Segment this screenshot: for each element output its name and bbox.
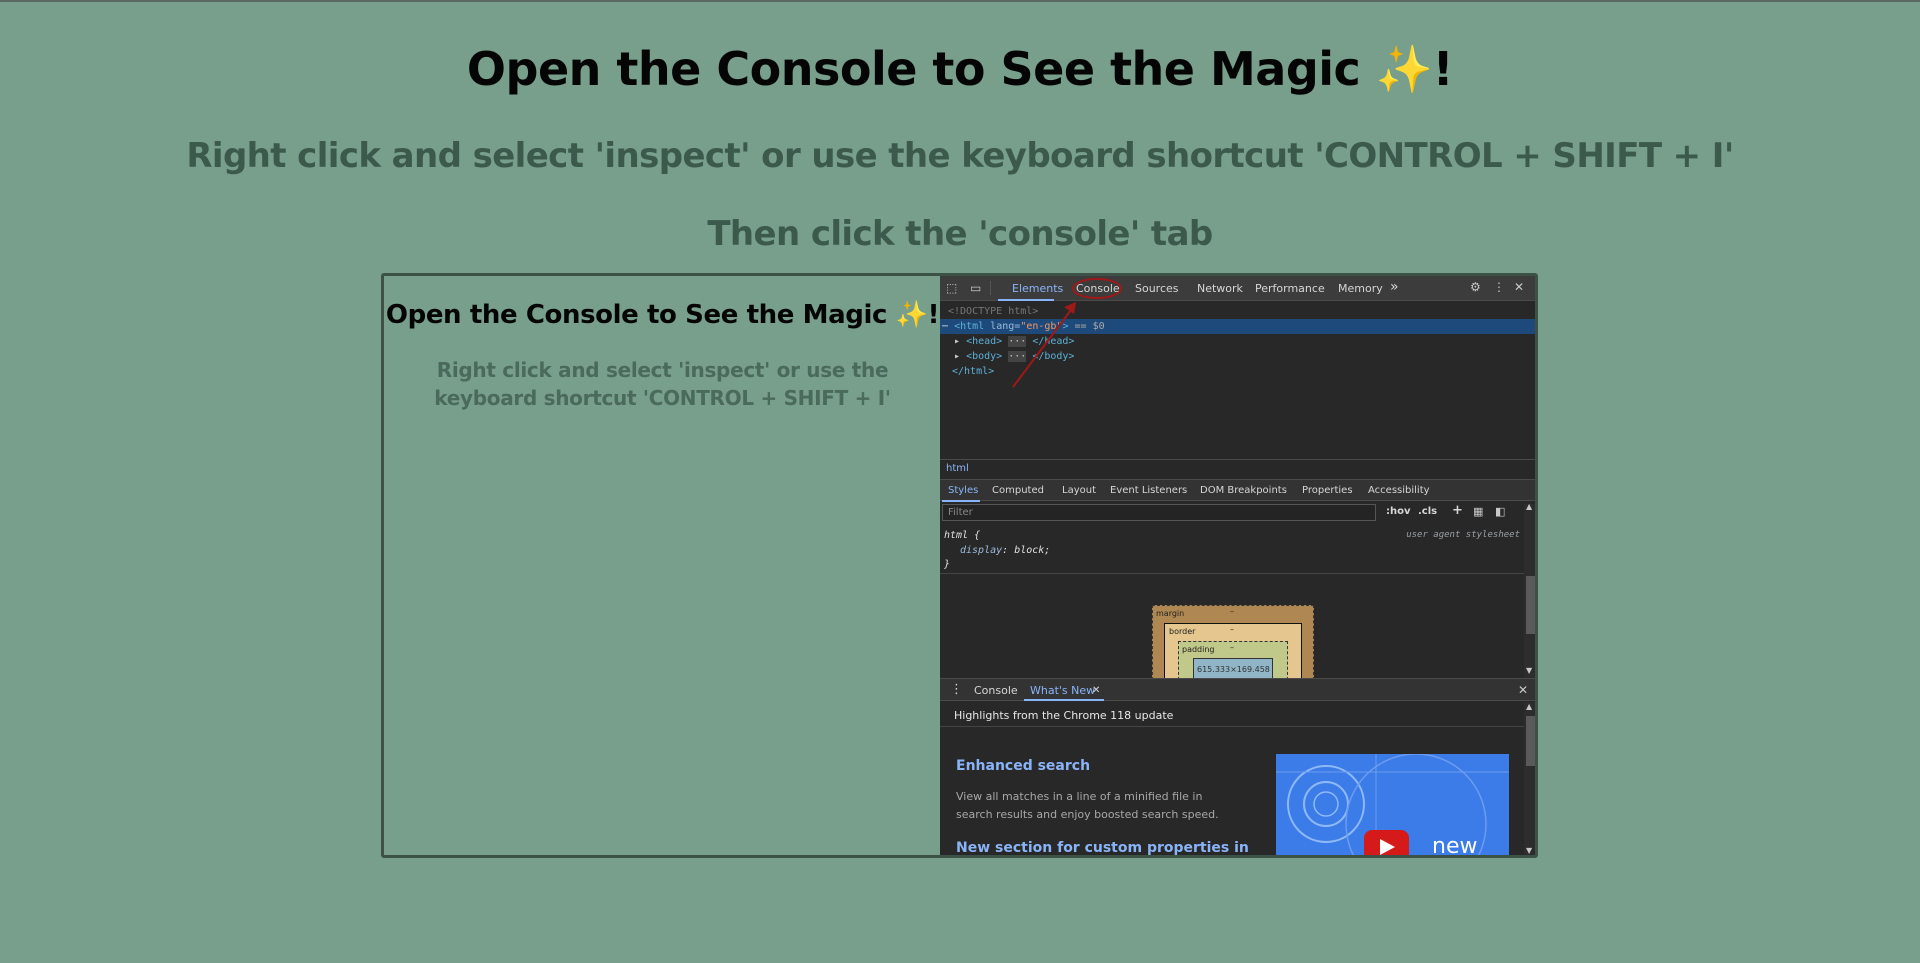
play-icon [1380, 839, 1395, 855]
css-property[interactable]: display [960, 545, 1002, 556]
whats-new-video-thumbnail[interactable]: new [1276, 754, 1509, 858]
box-model-padding-value: – [1230, 643, 1234, 652]
whats-new-close-icon[interactable]: ✕ [1092, 685, 1100, 696]
subtab-event-listeners[interactable]: Event Listeners [1110, 485, 1187, 496]
css-close: } [944, 559, 951, 570]
page-subtitle-console: Then click the 'console' tab [707, 214, 1213, 254]
scroll-up-icon[interactable]: ▲ [1526, 502, 1532, 511]
css-colon: : [1002, 545, 1015, 556]
drawer-active-underline [1024, 699, 1104, 701]
preview-subtitle: Right click and select 'inspect' or use … [434, 358, 891, 410]
hov-toggle[interactable]: :hov [1386, 506, 1411, 517]
styles-filter-input[interactable]: Filter [942, 504, 1376, 521]
new-style-rule-icon[interactable]: + [1452, 503, 1463, 518]
devtools-toolbar: ⬚ ▭ Elements Console Sources Network Per… [940, 276, 1535, 301]
devtools-panel: ⬚ ▭ Elements Console Sources Network Per… [940, 276, 1535, 858]
annotation-arrow-icon [1012, 302, 1076, 388]
active-subtab-underline [942, 500, 980, 502]
whats-new-item-title[interactable]: Enhanced search [956, 758, 1090, 774]
cls-toggle[interactable]: .cls [1418, 506, 1437, 517]
preview-title: Open the Console to See the Magic ✨! [385, 300, 940, 330]
box-model-border-label: border [1169, 627, 1196, 636]
drawer-menu-icon[interactable]: ⋮ [950, 682, 963, 697]
expand-triangle-icon[interactable]: ▸ [954, 351, 960, 362]
expand-triangle-icon[interactable]: ▸ [954, 336, 960, 347]
close-icon[interactable]: ✕ [1514, 280, 1524, 294]
box-model-margin-label: margin [1156, 609, 1185, 618]
css-source: user agent stylesheet [1406, 530, 1520, 540]
styles-scrollbar-thumb[interactable] [1526, 576, 1535, 634]
breadcrumb: html [940, 459, 1535, 478]
tab-elements[interactable]: Elements [1012, 282, 1063, 295]
whats-new-item2-title[interactable]: New section for custom properties in [956, 840, 1249, 855]
html-open-tag: <html [954, 321, 985, 332]
active-tab-underline [998, 299, 1054, 301]
sidebar-toggle-icon[interactable]: ◧ [1495, 505, 1505, 518]
drawer-scroll-up-icon[interactable]: ▲ [1526, 702, 1532, 711]
subtab-layout[interactable]: Layout [1062, 485, 1096, 496]
console-tab-highlight-circle [1072, 278, 1122, 299]
more-options-icon[interactable]: ⋮ [1493, 280, 1505, 294]
subtab-styles[interactable]: Styles [948, 485, 978, 496]
row-ellipsis-icon: ⋯ [942, 321, 949, 332]
gear-icon[interactable]: ⚙ [1470, 280, 1481, 294]
tab-performance[interactable]: Performance [1255, 282, 1325, 295]
subtab-computed[interactable]: Computed [992, 485, 1044, 496]
drawer-scrollbar-thumb[interactable] [1526, 716, 1535, 766]
page-subtitle: Right click and select 'inspect' or use … [186, 136, 1734, 176]
box-model-border-value: – [1230, 625, 1234, 634]
css-selector[interactable]: html { [944, 530, 980, 541]
drawer-tab-whats-new[interactable]: What's New [1030, 684, 1095, 697]
thumbnail-new-label: new [1432, 834, 1478, 858]
preview-page: Open the Console to See the Magic ✨! Rig… [384, 276, 941, 855]
css-value[interactable]: block; [1014, 545, 1050, 556]
subtab-dom-breakpoints[interactable]: DOM Breakpoints [1200, 485, 1287, 496]
inspect-element-icon[interactable]: ⬚ [946, 281, 957, 295]
drawer-toolbar: ⋮ Console What's New ✕ ✕ [940, 678, 1535, 701]
page-title: Open the Console to See the Magic ✨! [466, 42, 1454, 96]
more-tabs-icon[interactable]: » [1390, 279, 1399, 295]
dom-html-close[interactable]: </html> [952, 366, 994, 377]
whats-new-header: Highlights from the Chrome 118 update [954, 709, 1174, 722]
box-model-content-size: 615.333×169.458 [1197, 665, 1270, 674]
box-model-padding-label: padding [1182, 645, 1215, 654]
whats-new-divider [940, 726, 1524, 727]
body-open-tag: <body> [966, 351, 1003, 362]
tab-sources[interactable]: Sources [1135, 282, 1179, 295]
drawer-tab-console[interactable]: Console [974, 684, 1018, 697]
subtab-accessibility[interactable]: Accessibility [1368, 485, 1430, 496]
css-declaration[interactable]: display: block; [960, 545, 1050, 556]
device-toolbar-icon[interactable]: ▭ [970, 281, 981, 295]
whats-new-item-body: View all matches in a line of a minified… [956, 790, 1219, 821]
styles-divider [940, 573, 1524, 574]
scroll-down-icon[interactable]: ▼ [1526, 666, 1532, 675]
head-open-tag: <head> [966, 336, 1003, 347]
screenshot-frame: Open the Console to See the Magic ✨! Rig… [381, 273, 1538, 858]
tab-network[interactable]: Network [1197, 282, 1243, 295]
styles-filter-row: Filter :hov .cls + ▦ ◧ [940, 503, 1520, 523]
subtab-properties[interactable]: Properties [1302, 485, 1353, 496]
drawer-close-icon[interactable]: ✕ [1518, 683, 1528, 697]
box-model-margin-value: – [1230, 607, 1234, 616]
drawer-scroll-down-icon[interactable]: ▼ [1526, 846, 1532, 855]
styles-subtabs: Styles Computed Layout Event Listeners D… [940, 479, 1535, 502]
paint-icon[interactable]: ▦ [1473, 505, 1483, 518]
breadcrumb-html[interactable]: html [946, 463, 969, 474]
tab-memory[interactable]: Memory [1338, 282, 1383, 295]
toolbar-divider [990, 281, 991, 295]
